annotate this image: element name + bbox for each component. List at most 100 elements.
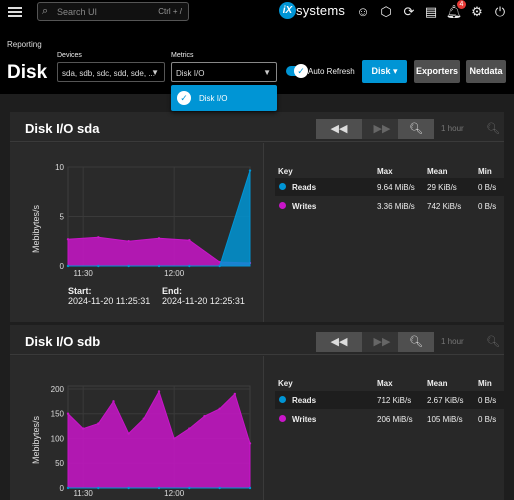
settings-icon[interactable]: ⚙ (468, 3, 486, 21)
data-point-reads (127, 486, 130, 490)
zoom-out-button[interactable]: 🔍︎ (398, 332, 434, 352)
data-point-reads (248, 486, 252, 490)
reads-dot-icon (279, 183, 286, 190)
data-point-writes (97, 236, 100, 239)
search-input[interactable]: ⌕ Search UI Ctrl + / (37, 2, 189, 21)
chart-area: Mebibytes/s 0 5 10 11:30 12:00 Start: 2024-1… (10, 143, 264, 322)
fast-forward-button[interactable]: ▶▶ (362, 332, 402, 352)
data-point-reads (157, 486, 161, 490)
y-tick-label: 10 (55, 163, 64, 172)
zoom-out-button[interactable]: 🔍︎ (398, 119, 434, 139)
breadcrumb[interactable]: Reporting (7, 40, 42, 49)
data-point-writes (248, 442, 252, 445)
clipboard-icon[interactable]: ▤ (422, 3, 440, 21)
metrics-dropdown-option[interactable]: ✓ Disk I/O (171, 85, 277, 111)
x-tick-label: 12:00 (164, 489, 185, 498)
card-title: Disk I/O sdb (25, 334, 101, 349)
y-tick-label: 50 (55, 459, 64, 468)
rewind-button[interactable]: ◀◀ (316, 119, 362, 139)
io-chart: 0 5 10 11:30 12:00 (55, 163, 252, 278)
exporters-button[interactable]: Exporters (414, 60, 460, 83)
zoom-in-icon[interactable]: 🔍︎ (482, 119, 504, 139)
data-point-writes (172, 437, 176, 440)
netdata-button[interactable]: Netdata (466, 60, 506, 83)
fast-forward-button[interactable]: ▶▶ (362, 119, 402, 139)
data-point-writes (157, 237, 161, 240)
data-point-reads (97, 264, 100, 268)
y-tick-label: 150 (51, 410, 65, 419)
y-tick-label: 0 (60, 262, 65, 271)
auto-refresh-toggle[interactable]: ✓ (286, 64, 308, 78)
legend-header-max: Max (377, 167, 393, 176)
card-title: Disk I/O sda (25, 121, 100, 136)
data-point-reads (66, 264, 70, 268)
data-point-writes (203, 415, 206, 418)
page-header: Reporting Disk (0, 24, 514, 94)
io-chart: 0 50 100 150 200 11:30 12:00 (51, 385, 252, 498)
y-tick-label: 100 (51, 434, 65, 443)
check-icon: ✓ (294, 64, 308, 78)
legend-row[interactable]: Writes 206 MiB/s 105 MiB/s 0 B/s (275, 410, 504, 428)
data-point-reads (97, 486, 100, 490)
x-tick-label: 11:30 (73, 269, 93, 278)
legend-header-key: Key (278, 379, 293, 388)
bell-icon[interactable]: 🔔︎ 4 (445, 0, 466, 21)
data-point-writes (142, 417, 146, 420)
start-value: 2024-11-20 11:25:31 (68, 296, 151, 306)
data-point-reads (218, 486, 221, 490)
data-point-writes (188, 239, 191, 242)
data-point-reads (157, 264, 161, 268)
data-point-writes (157, 390, 161, 393)
data-point-writes (112, 400, 115, 403)
data-point-reads (218, 264, 221, 268)
data-point-reads (248, 169, 252, 172)
range-label: 1 hour (441, 124, 464, 133)
end-value: 2024-11-20 12:25:31 (162, 296, 245, 306)
legend-row[interactable]: Reads 712 KiB/s 2.67 KiB/s 0 B/s (275, 391, 504, 409)
chevron-down-icon: ▼ (151, 68, 159, 77)
search-placeholder: Search UI (57, 7, 98, 17)
legend-header-max: Max (377, 379, 393, 388)
legend-header-min: Min (478, 167, 492, 176)
range-label: 1 hour (441, 337, 464, 346)
metrics-option-disk-io: Disk I/O (199, 94, 228, 103)
start-label: Start: (68, 286, 92, 296)
rewind-button[interactable]: ◀◀ (316, 332, 362, 352)
data-point-writes (127, 240, 130, 243)
metrics-select[interactable]: Disk I/O ▼ (171, 62, 277, 82)
legend-row[interactable]: Writes 3.36 MiB/s 742 KiB/s 0 B/s (275, 197, 504, 215)
alerts-badge: 4 (457, 0, 466, 9)
data-point-reads (127, 264, 130, 268)
series-writes (67, 390, 251, 489)
end-label: End: (162, 286, 182, 296)
menu-icon[interactable] (8, 5, 22, 19)
data-point-writes (66, 412, 70, 415)
chevron-down-icon: ▼ (263, 68, 271, 77)
jobs-refresh-icon[interactable]: ⟳ (400, 3, 418, 21)
report-card-sdb: Disk I/O sdb ◀◀ ▶▶ 🔍︎ 1 hour 🔍︎ Mebibyte… (10, 325, 504, 500)
data-point-reads (66, 486, 70, 490)
search-shortcut: Ctrl + / (158, 7, 182, 16)
auto-refresh-label: Auto Refresh (308, 67, 355, 76)
feedback-smile-icon[interactable]: ☺ (354, 3, 372, 21)
truecommand-icon[interactable]: ⬡ (377, 3, 395, 21)
devices-label: Devices (57, 52, 82, 59)
x-tick-label: 12:00 (164, 269, 185, 278)
writes-dot-icon (279, 202, 286, 209)
legend-row[interactable]: Reads 9.64 MiB/s 29 KiB/s 0 B/s (275, 178, 504, 196)
report-card-sda: Disk I/O sda ◀◀ ▶▶ 🔍︎ 1 hour 🔍︎ Mebibyte… (10, 112, 504, 322)
zoom-in-icon[interactable]: 🔍︎ (482, 332, 504, 352)
disk-button[interactable]: Disk ▾ (362, 60, 407, 83)
data-point-writes (127, 432, 130, 435)
legend-header-min: Min (478, 379, 492, 388)
data-point-reads (188, 264, 191, 268)
data-point-writes (188, 427, 191, 430)
data-point-writes (97, 422, 100, 425)
devices-select[interactable]: sda, sdb, sdc, sdd, sde, ... ▼ (57, 62, 165, 82)
power-icon[interactable]: ⏻ (491, 3, 509, 21)
y-tick-label: 5 (60, 213, 65, 222)
data-point-writes (66, 238, 70, 241)
top-bar: ⌕ Search UI Ctrl + / iX systems ☺ ⬡ ⟳ ▤ 🔔… (0, 0, 514, 24)
page-title: Disk (7, 62, 48, 83)
data-point-writes (218, 407, 221, 410)
